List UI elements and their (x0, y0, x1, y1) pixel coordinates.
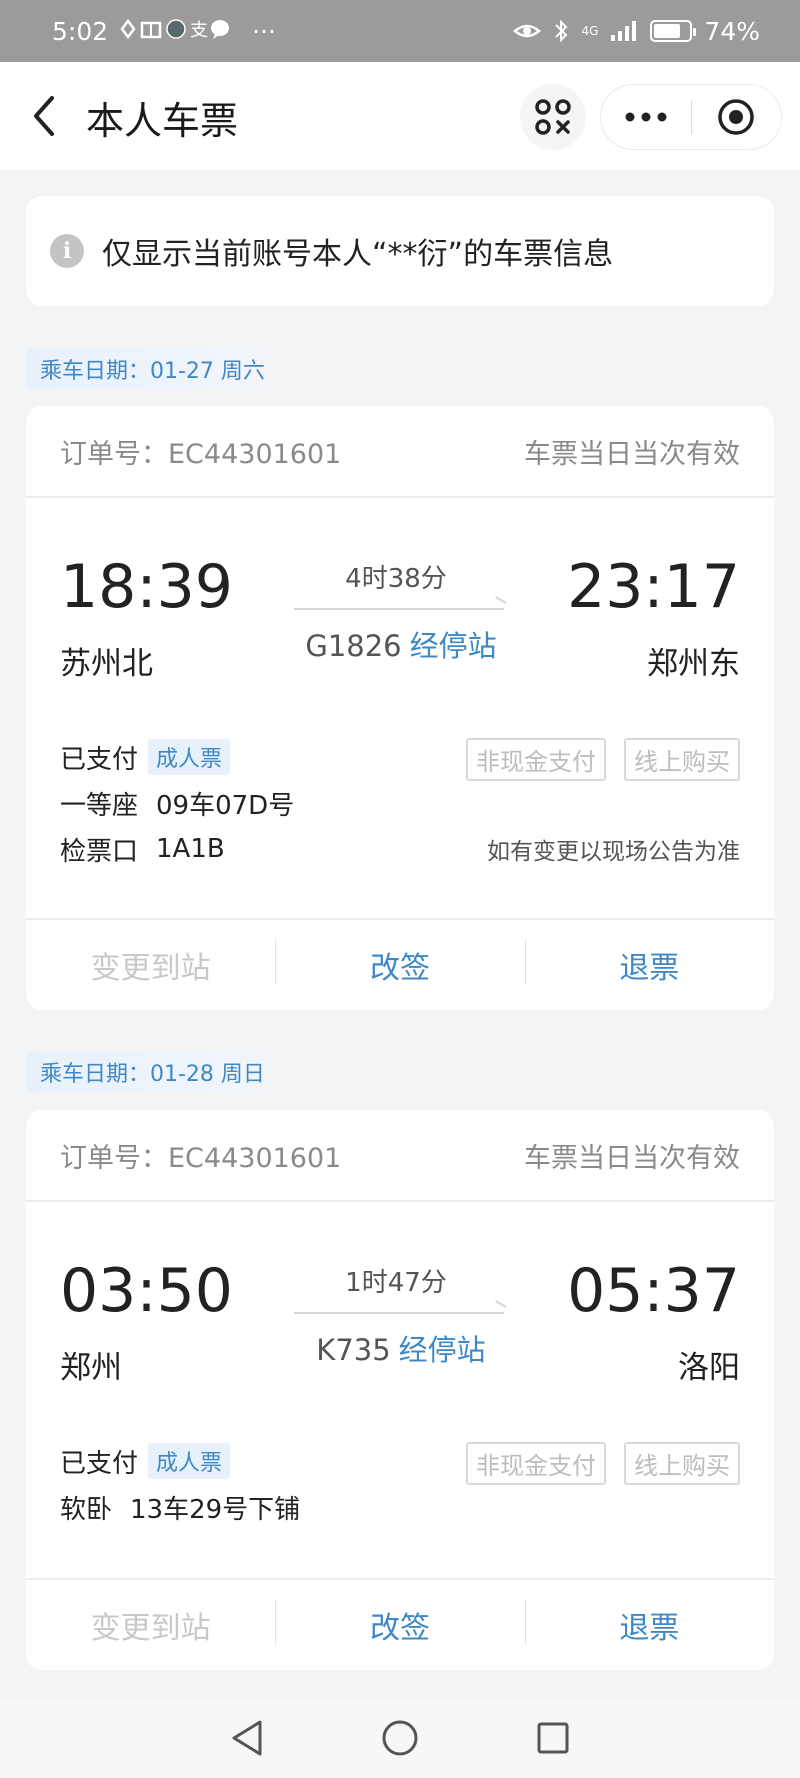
pay-status: 已支付 (60, 744, 139, 775)
arrival-time: 05:37 (567, 1256, 740, 1326)
arrival-station: 郑州东 (647, 646, 740, 682)
scan-icon (535, 99, 571, 135)
trip-arrow (294, 608, 504, 610)
ticket-card[interactable]: 订单号：EC44301601 车票当日当次有效 18:39 4时38分 G182… (26, 406, 774, 1010)
ticket-actions: 变更到站 改签 退票 (26, 1578, 774, 1670)
close-button[interactable] (692, 85, 782, 149)
refund-button[interactable]: 退票 (524, 1599, 774, 1647)
ticket-type-badge: 成人票 (148, 1443, 231, 1479)
train-number: K735 (316, 1333, 391, 1367)
signal-icon (611, 21, 637, 41)
status-left: 5:02 支 ··· (52, 17, 276, 46)
bluetooth-icon (555, 19, 568, 43)
travel-date-tag: 乘车日期：01-27 周六 (26, 349, 279, 389)
battery-icon (650, 20, 697, 42)
non-cash-tag: 非现金支付 (466, 1442, 606, 1485)
gate-label: 检票口 (60, 836, 139, 867)
departure-station: 苏州北 (60, 646, 153, 682)
payment-tags: 非现金支付 线上购买 (466, 738, 740, 781)
chevron-left-icon (34, 96, 54, 136)
target-close-icon (718, 99, 754, 135)
system-nav-bar (0, 1698, 800, 1778)
order-number: 订单号：EC44301601 (60, 1142, 342, 1174)
reschedule-button[interactable]: 改签 (275, 939, 524, 987)
departure-time: 18:39 (60, 552, 233, 622)
pay-status: 已支付 (60, 1448, 139, 1479)
gate-number: 1A1B (156, 834, 225, 864)
order-number: 订单号：EC44301601 (60, 438, 342, 470)
status-bar: 5:02 支 ··· 4G 74% (0, 0, 800, 62)
non-cash-tag: 非现金支付 (466, 738, 606, 781)
scan-button[interactable] (520, 84, 586, 150)
ticket-actions: 变更到站 改签 退票 (26, 918, 774, 1010)
gate-row: 检票口 1A1B 如有变更以现场公告为准 (60, 826, 740, 872)
ticket-details: 已支付 成人票 非现金支付 线上购买 一等座 09车07D号 检票口 1A1B … (26, 702, 774, 918)
info-icon: i (50, 234, 84, 268)
arrival-station: 洛阳 (678, 1350, 740, 1386)
mini-program-capsule (600, 84, 782, 150)
seat-row: 一等座 09车07D号 (60, 780, 740, 826)
app-notification-icons: 支 (120, 18, 230, 41)
page-title: 本人车票 (86, 99, 239, 143)
online-purchase-tag: 线上购买 (624, 1442, 740, 1485)
ticket-type-badge: 成人票 (148, 739, 231, 775)
eye-icon (513, 24, 542, 38)
battery-percent: 74% (704, 16, 760, 46)
stops-link[interactable]: 经停站 (410, 629, 497, 663)
ticket-details: 已支付 成人票 非现金支付 线上购买 软卧 13车29号下铺 (26, 1406, 774, 1578)
seat-row: 软卧 13车29号下铺 (60, 1484, 740, 1530)
payment-tags: 非现金支付 线上购买 (466, 1442, 740, 1485)
nav-recents-square-icon (537, 1722, 569, 1754)
reschedule-button[interactable]: 改签 (275, 1599, 524, 1647)
arrival-time: 23:17 (567, 552, 740, 622)
battery-fill (654, 24, 680, 38)
notice-text: 仅显示当前账号本人“**衍”的车票信息 (102, 237, 614, 272)
svg-text:支: 支 (190, 20, 208, 41)
train-info: K735 经停站 (256, 1327, 546, 1369)
trip-times: 03:50 1时47分 K735 经停站 05:37 郑州 洛阳 (26, 1202, 774, 1406)
nav-recents-button[interactable] (528, 1713, 578, 1763)
trip-times: 18:39 4时38分 G1826 经停站 23:17 苏州北 郑州东 (26, 498, 774, 702)
nav-home-button[interactable] (375, 1713, 425, 1763)
departure-station: 郑州 (60, 1350, 122, 1386)
train-info: G1826 经停站 (256, 623, 546, 665)
status-right: 4G 74% (513, 17, 760, 46)
more-button[interactable] (601, 85, 691, 149)
payment-row: 已支付 成人票 非现金支付 线上购买 (60, 734, 740, 781)
page-header: 本人车票 (0, 62, 800, 170)
nav-back-button[interactable] (222, 1713, 272, 1763)
refund-button[interactable]: 退票 (524, 939, 774, 987)
back-button[interactable] (24, 92, 64, 140)
account-notice: i 仅显示当前账号本人“**衍”的车票信息 (26, 196, 774, 306)
seat-class: 软卧 (60, 1494, 113, 1525)
payment-row: 已支付 成人票 非现金支付 线上购买 (60, 1438, 740, 1485)
status-more: ··· (252, 16, 276, 46)
online-purchase-tag: 线上购买 (624, 738, 740, 781)
ticket-validity: 车票当日当次有效 (524, 438, 740, 470)
ticket-header: 订单号：EC44301601 车票当日当次有效 (26, 1110, 774, 1202)
trip-arrow (294, 1312, 504, 1314)
change-destination-button[interactable]: 变更到站 (26, 1603, 275, 1647)
travel-date-tag: 乘车日期：01-28 周日 (26, 1052, 279, 1092)
more-dots-icon (625, 112, 667, 122)
seat-number: 13车29号下铺 (130, 1494, 301, 1525)
ticket-validity: 车票当日当次有效 (524, 1142, 740, 1174)
departure-time: 03:50 (60, 1256, 233, 1326)
ticket-card[interactable]: 订单号：EC44301601 车票当日当次有效 03:50 1时47分 K735… (26, 1110, 774, 1670)
nav-home-circle-icon (382, 1720, 418, 1756)
trip-duration: 1时47分 (345, 1268, 447, 1298)
ticket-header: 订单号：EC44301601 车票当日当次有效 (26, 406, 774, 498)
gate-note: 如有变更以现场公告为准 (487, 839, 740, 865)
status-time: 5:02 (52, 16, 109, 46)
seat-class: 一等座 (60, 790, 139, 821)
trip-duration: 4时38分 (345, 564, 447, 594)
notification-icons: 支 (120, 17, 240, 46)
nav-back-triangle-icon (232, 1720, 262, 1756)
change-destination-button[interactable]: 变更到站 (26, 943, 275, 987)
network-type: 4G (581, 24, 599, 38)
stops-link[interactable]: 经停站 (399, 1333, 486, 1367)
seat-number: 09车07D号 (156, 790, 295, 821)
train-number: G1826 (305, 629, 402, 663)
